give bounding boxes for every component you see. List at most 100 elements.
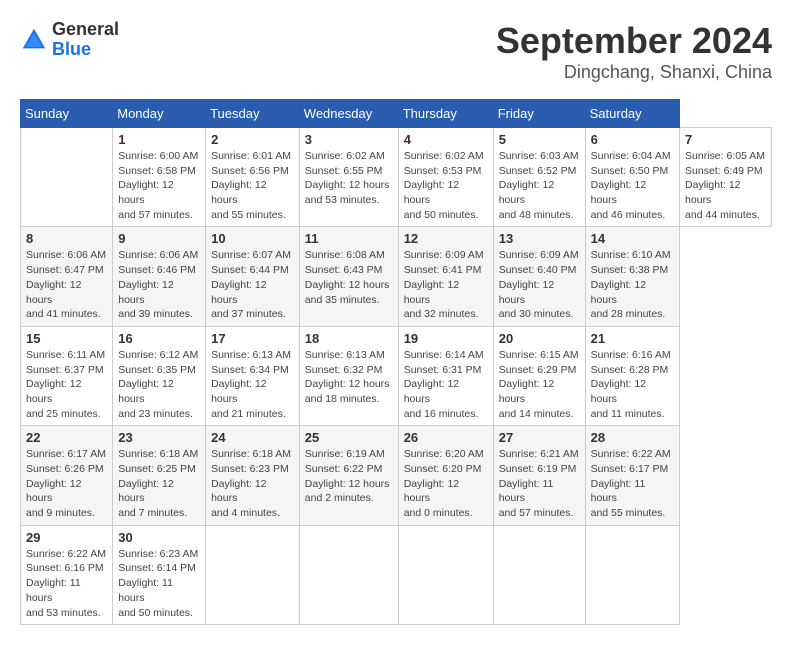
- sunrise-text: Sunrise: 6:11 AM: [26, 348, 107, 363]
- daylight-minutes-text: and 7 minutes.: [118, 506, 200, 521]
- sunrise-text: Sunrise: 6:22 AM: [26, 547, 107, 562]
- day-info: Sunrise: 6:22 AMSunset: 6:17 PMDaylight:…: [591, 447, 674, 520]
- daylight-text: Daylight: 12 hours: [211, 377, 294, 406]
- title-block: September 2024 Dingchang, Shanxi, China: [496, 20, 772, 83]
- sunset-text: Sunset: 6:52 PM: [499, 164, 580, 179]
- day-info: Sunrise: 6:20 AMSunset: 6:20 PMDaylight:…: [404, 447, 488, 520]
- weekday-header: Thursday: [398, 100, 493, 128]
- calendar-cell: 16Sunrise: 6:12 AMSunset: 6:35 PMDayligh…: [113, 326, 206, 425]
- day-info: Sunrise: 6:23 AMSunset: 6:14 PMDaylight:…: [118, 547, 200, 620]
- sunset-text: Sunset: 6:41 PM: [404, 263, 488, 278]
- daylight-minutes-text: and 41 minutes.: [26, 307, 107, 322]
- calendar-cell: 18Sunrise: 6:13 AMSunset: 6:32 PMDayligh…: [299, 326, 398, 425]
- calendar-header-row: SundayMondayTuesdayWednesdayThursdayFrid…: [21, 100, 772, 128]
- daylight-text: Daylight: 12 hours: [591, 377, 674, 406]
- calendar-cell: 19Sunrise: 6:14 AMSunset: 6:31 PMDayligh…: [398, 326, 493, 425]
- calendar-cell: 21Sunrise: 6:16 AMSunset: 6:28 PMDayligh…: [585, 326, 679, 425]
- sunset-text: Sunset: 6:26 PM: [26, 462, 107, 477]
- sunrise-text: Sunrise: 6:10 AM: [591, 248, 674, 263]
- daylight-text: Daylight: 12 hours: [499, 377, 580, 406]
- daylight-text: Daylight: 12 hours: [26, 377, 107, 406]
- sunrise-text: Sunrise: 6:16 AM: [591, 348, 674, 363]
- daylight-text: Daylight: 12 hours: [305, 178, 393, 193]
- sunrise-text: Sunrise: 6:12 AM: [118, 348, 200, 363]
- day-info: Sunrise: 6:15 AMSunset: 6:29 PMDaylight:…: [499, 348, 580, 421]
- daylight-text: Daylight: 11 hours: [26, 576, 107, 605]
- calendar-cell: 9Sunrise: 6:06 AMSunset: 6:46 PMDaylight…: [113, 227, 206, 326]
- sunset-text: Sunset: 6:47 PM: [26, 263, 107, 278]
- day-info: Sunrise: 6:22 AMSunset: 6:16 PMDaylight:…: [26, 547, 107, 620]
- daylight-text: Daylight: 12 hours: [211, 278, 294, 307]
- daylight-minutes-text: and 9 minutes.: [26, 506, 107, 521]
- calendar-cell: 24Sunrise: 6:18 AMSunset: 6:23 PMDayligh…: [206, 426, 300, 525]
- daylight-minutes-text: and 23 minutes.: [118, 407, 200, 422]
- calendar-cell: [398, 525, 493, 624]
- sunset-text: Sunset: 6:44 PM: [211, 263, 294, 278]
- sunset-text: Sunset: 6:23 PM: [211, 462, 294, 477]
- daylight-text: Daylight: 12 hours: [305, 377, 393, 392]
- daylight-minutes-text: and 4 minutes.: [211, 506, 294, 521]
- daylight-text: Daylight: 11 hours: [499, 477, 580, 506]
- day-number: 28: [591, 430, 674, 445]
- daylight-minutes-text: and 30 minutes.: [499, 307, 580, 322]
- calendar-cell: 14Sunrise: 6:10 AMSunset: 6:38 PMDayligh…: [585, 227, 679, 326]
- sunset-text: Sunset: 6:29 PM: [499, 363, 580, 378]
- daylight-minutes-text: and 46 minutes.: [591, 208, 674, 223]
- calendar-cell: 30Sunrise: 6:23 AMSunset: 6:14 PMDayligh…: [113, 525, 206, 624]
- sunrise-text: Sunrise: 6:00 AM: [118, 149, 200, 164]
- sunrise-text: Sunrise: 6:09 AM: [499, 248, 580, 263]
- calendar-cell: 22Sunrise: 6:17 AMSunset: 6:26 PMDayligh…: [21, 426, 113, 525]
- daylight-minutes-text: and 53 minutes.: [305, 193, 393, 208]
- daylight-text: Daylight: 12 hours: [118, 278, 200, 307]
- sunset-text: Sunset: 6:56 PM: [211, 164, 294, 179]
- day-number: 14: [591, 231, 674, 246]
- day-info: Sunrise: 6:21 AMSunset: 6:19 PMDaylight:…: [499, 447, 580, 520]
- daylight-text: Daylight: 12 hours: [591, 178, 674, 207]
- day-number: 8: [26, 231, 107, 246]
- sunrise-text: Sunrise: 6:01 AM: [211, 149, 294, 164]
- day-info: Sunrise: 6:02 AMSunset: 6:53 PMDaylight:…: [404, 149, 488, 222]
- calendar-cell: 1Sunrise: 6:00 AMSunset: 6:58 PMDaylight…: [113, 128, 206, 227]
- calendar-cell: 10Sunrise: 6:07 AMSunset: 6:44 PMDayligh…: [206, 227, 300, 326]
- sunrise-text: Sunrise: 6:05 AM: [685, 149, 766, 164]
- calendar-week-row: 22Sunrise: 6:17 AMSunset: 6:26 PMDayligh…: [21, 426, 772, 525]
- calendar-cell: 4Sunrise: 6:02 AMSunset: 6:53 PMDaylight…: [398, 128, 493, 227]
- weekday-header: Tuesday: [206, 100, 300, 128]
- weekday-header: Saturday: [585, 100, 679, 128]
- sunset-text: Sunset: 6:22 PM: [305, 462, 393, 477]
- sunset-text: Sunset: 6:50 PM: [591, 164, 674, 179]
- day-number: 25: [305, 430, 393, 445]
- sunrise-text: Sunrise: 6:13 AM: [211, 348, 294, 363]
- weekday-header: Monday: [113, 100, 206, 128]
- sunset-text: Sunset: 6:35 PM: [118, 363, 200, 378]
- sunrise-text: Sunrise: 6:06 AM: [118, 248, 200, 263]
- daylight-text: Daylight: 12 hours: [404, 278, 488, 307]
- daylight-text: Daylight: 12 hours: [591, 278, 674, 307]
- sunrise-text: Sunrise: 6:18 AM: [118, 447, 200, 462]
- sunrise-text: Sunrise: 6:23 AM: [118, 547, 200, 562]
- calendar-cell: [299, 525, 398, 624]
- sunrise-text: Sunrise: 6:06 AM: [26, 248, 107, 263]
- page-header: General Blue September 2024 Dingchang, S…: [20, 20, 772, 83]
- day-info: Sunrise: 6:18 AMSunset: 6:25 PMDaylight:…: [118, 447, 200, 520]
- day-number: 16: [118, 331, 200, 346]
- calendar-cell: [21, 128, 113, 227]
- calendar-cell: 3Sunrise: 6:02 AMSunset: 6:55 PMDaylight…: [299, 128, 398, 227]
- daylight-minutes-text: and 57 minutes.: [499, 506, 580, 521]
- day-info: Sunrise: 6:18 AMSunset: 6:23 PMDaylight:…: [211, 447, 294, 520]
- day-number: 20: [499, 331, 580, 346]
- sunrise-text: Sunrise: 6:14 AM: [404, 348, 488, 363]
- sunset-text: Sunset: 6:40 PM: [499, 263, 580, 278]
- day-number: 1: [118, 132, 200, 147]
- sunset-text: Sunset: 6:31 PM: [404, 363, 488, 378]
- daylight-minutes-text: and 21 minutes.: [211, 407, 294, 422]
- calendar-table: SundayMondayTuesdayWednesdayThursdayFrid…: [20, 99, 772, 625]
- calendar-week-row: 29Sunrise: 6:22 AMSunset: 6:16 PMDayligh…: [21, 525, 772, 624]
- day-number: 3: [305, 132, 393, 147]
- sunrise-text: Sunrise: 6:13 AM: [305, 348, 393, 363]
- daylight-text: Daylight: 12 hours: [499, 178, 580, 207]
- sunset-text: Sunset: 6:53 PM: [404, 164, 488, 179]
- sunset-text: Sunset: 6:43 PM: [305, 263, 393, 278]
- weekday-header: Sunday: [21, 100, 113, 128]
- sunrise-text: Sunrise: 6:21 AM: [499, 447, 580, 462]
